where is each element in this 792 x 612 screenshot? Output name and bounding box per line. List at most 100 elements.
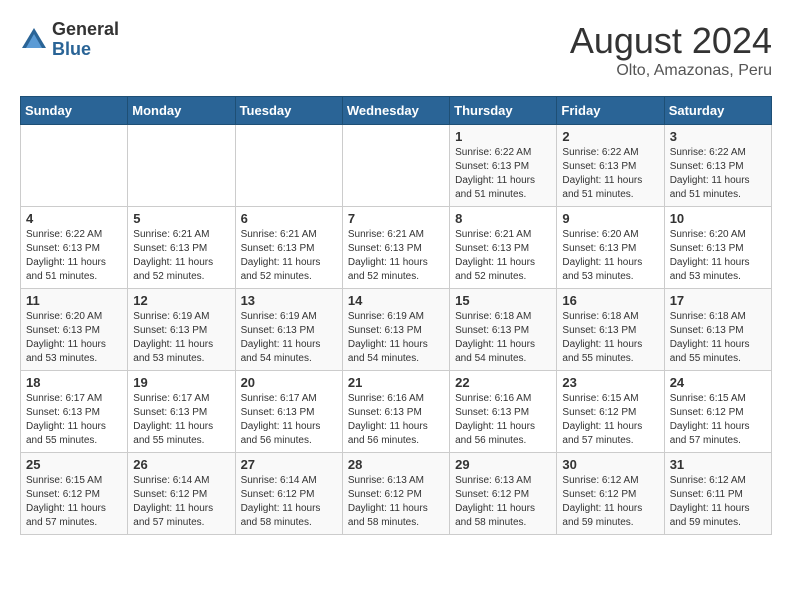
calendar-cell: 20 Sunrise: 6:17 AM Sunset: 6:13 PM Dayli…: [235, 371, 342, 453]
calendar-cell: 23Sunrise: 6:15 AM Sunset: 6:12 PM Dayli…: [557, 371, 664, 453]
day-info: Sunrise: 6:17 AM Sunset: 6:13 PM Dayligh…: [26, 392, 122, 448]
day-number: 12: [133, 293, 229, 308]
day-info: Sunrise: 6:18 AM Sunset: 6:13 PM Dayligh…: [562, 310, 658, 366]
day-number: 7: [348, 211, 444, 226]
day-info: Sunrise: 6:19 AM Sunset: 6:13 PM Dayligh…: [348, 310, 444, 366]
calendar-cell: 16 Sunrise: 6:18 AM Sunset: 6:13 PM Dayli…: [557, 289, 664, 371]
day-info: Sunrise: 6:22 AM Sunset: 6:13 PM Dayligh…: [670, 146, 766, 202]
calendar-cell: 9Sunrise: 6:20 AM Sunset: 6:13 PM Daylig…: [557, 207, 664, 289]
calendar-week-row: 11Sunrise: 6:20 AM Sunset: 6:13 PM Dayli…: [21, 289, 772, 371]
day-number: 16: [562, 293, 658, 308]
day-info: Sunrise: 6:12 AM Sunset: 6:11 PM Dayligh…: [670, 474, 766, 530]
day-number: 8: [455, 211, 551, 226]
calendar-cell: 11Sunrise: 6:20 AM Sunset: 6:13 PM Dayli…: [21, 289, 128, 371]
calendar-cell: 3 Sunrise: 6:22 AM Sunset: 6:13 PM Daylig…: [664, 125, 771, 207]
day-number: 10: [670, 211, 766, 226]
calendar-cell: 25 Sunrise: 6:15 AM Sunset: 6:12 PM Dayli…: [21, 453, 128, 535]
day-info: Sunrise: 6:20 AM Sunset: 6:13 PM Dayligh…: [670, 228, 766, 284]
page-header: General Blue August 2024 Olto, Amazonas,…: [20, 20, 772, 80]
day-number: 14: [348, 293, 444, 308]
calendar-cell: [342, 125, 449, 207]
calendar-cell: 12 Sunrise: 6:19 AM Sunset: 6:13 PM Dayli…: [128, 289, 235, 371]
logo-icon: [20, 26, 48, 54]
day-info: Sunrise: 6:15 AM Sunset: 6:12 PM Dayligh…: [670, 392, 766, 448]
calendar-cell: 27 Sunrise: 6:14 AM Sunset: 6:12 PM Dayli…: [235, 453, 342, 535]
day-info: Sunrise: 6:22 AM Sunset: 6:13 PM Dayligh…: [455, 146, 551, 202]
day-info: Sunrise: 6:20 AM Sunset: 6:13 PM Dayligh…: [562, 228, 658, 284]
day-info: Sunrise: 6:21 AM Sunset: 6:13 PM Dayligh…: [241, 228, 337, 284]
logo: General Blue: [20, 20, 119, 60]
day-info: Sunrise: 6:18 AM Sunset: 6:13 PM Dayligh…: [455, 310, 551, 366]
day-number: 19: [133, 375, 229, 390]
day-info: Sunrise: 6:21 AM Sunset: 6:13 PM Dayligh…: [133, 228, 229, 284]
day-number: 26: [133, 457, 229, 472]
day-info: Sunrise: 6:14 AM Sunset: 6:12 PM Dayligh…: [241, 474, 337, 530]
day-number: 3: [670, 129, 766, 144]
header-friday: Friday: [557, 97, 664, 125]
calendar-cell: 8 Sunrise: 6:21 AM Sunset: 6:13 PM Daylig…: [450, 207, 557, 289]
day-info: Sunrise: 6:12 AM Sunset: 6:12 PM Dayligh…: [562, 474, 658, 530]
calendar-cell: 30 Sunrise: 6:12 AM Sunset: 6:12 PM Dayli…: [557, 453, 664, 535]
day-number: 20: [241, 375, 337, 390]
day-info: Sunrise: 6:14 AM Sunset: 6:12 PM Dayligh…: [133, 474, 229, 530]
day-info: Sunrise: 6:17 AM Sunset: 6:13 PM Dayligh…: [133, 392, 229, 448]
header-wednesday: Wednesday: [342, 97, 449, 125]
day-number: 29: [455, 457, 551, 472]
day-number: 27: [241, 457, 337, 472]
calendar-cell: 14 Sunrise: 6:19 AM Sunset: 6:13 PM Dayli…: [342, 289, 449, 371]
day-number: 31: [670, 457, 766, 472]
calendar-cell: 19 Sunrise: 6:17 AM Sunset: 6:13 PM Dayli…: [128, 371, 235, 453]
day-number: 28: [348, 457, 444, 472]
day-info: Sunrise: 6:16 AM Sunset: 6:13 PM Dayligh…: [348, 392, 444, 448]
day-number: 25: [26, 457, 122, 472]
header-thursday: Thursday: [450, 97, 557, 125]
calendar-cell: [235, 125, 342, 207]
day-number: 13: [241, 293, 337, 308]
day-number: 24: [670, 375, 766, 390]
day-info: Sunrise: 6:22 AM Sunset: 6:13 PM Dayligh…: [26, 228, 122, 284]
day-info: Sunrise: 6:17 AM Sunset: 6:13 PM Dayligh…: [241, 392, 337, 448]
calendar-cell: 5Sunrise: 6:21 AM Sunset: 6:13 PM Daylig…: [128, 207, 235, 289]
day-info: Sunrise: 6:18 AM Sunset: 6:13 PM Dayligh…: [670, 310, 766, 366]
calendar-cell: [128, 125, 235, 207]
day-number: 18: [26, 375, 122, 390]
calendar-cell: 28 Sunrise: 6:13 AM Sunset: 6:12 PM Dayli…: [342, 453, 449, 535]
calendar-header-row: SundayMondayTuesdayWednesdayThursdayFrid…: [21, 97, 772, 125]
day-info: Sunrise: 6:13 AM Sunset: 6:12 PM Dayligh…: [455, 474, 551, 530]
calendar-cell: 26 Sunrise: 6:14 AM Sunset: 6:12 PM Dayli…: [128, 453, 235, 535]
day-number: 22: [455, 375, 551, 390]
day-info: Sunrise: 6:15 AM Sunset: 6:12 PM Dayligh…: [562, 392, 658, 448]
day-info: Sunrise: 6:15 AM Sunset: 6:12 PM Dayligh…: [26, 474, 122, 530]
day-info: Sunrise: 6:22 AM Sunset: 6:13 PM Dayligh…: [562, 146, 658, 202]
calendar-cell: 22 Sunrise: 6:16 AM Sunset: 6:13 PM Dayli…: [450, 371, 557, 453]
logo-text: General Blue: [52, 20, 119, 60]
calendar-cell: 2 Sunrise: 6:22 AM Sunset: 6:13 PM Daylig…: [557, 125, 664, 207]
day-info: Sunrise: 6:16 AM Sunset: 6:13 PM Dayligh…: [455, 392, 551, 448]
day-number: 15: [455, 293, 551, 308]
title-block: August 2024 Olto, Amazonas, Peru: [570, 20, 772, 80]
calendar-cell: 4Sunrise: 6:22 AM Sunset: 6:13 PM Daylig…: [21, 207, 128, 289]
day-info: Sunrise: 6:20 AM Sunset: 6:13 PM Dayligh…: [26, 310, 122, 366]
calendar-week-row: 25 Sunrise: 6:15 AM Sunset: 6:12 PM Dayli…: [21, 453, 772, 535]
day-number: 2: [562, 129, 658, 144]
location-subtitle: Olto, Amazonas, Peru: [570, 62, 772, 80]
calendar-cell: 13 Sunrise: 6:19 AM Sunset: 6:13 PM Dayli…: [235, 289, 342, 371]
header-saturday: Saturday: [664, 97, 771, 125]
day-info: Sunrise: 6:13 AM Sunset: 6:12 PM Dayligh…: [348, 474, 444, 530]
day-info: Sunrise: 6:19 AM Sunset: 6:13 PM Dayligh…: [133, 310, 229, 366]
header-sunday: Sunday: [21, 97, 128, 125]
calendar-cell: 29 Sunrise: 6:13 AM Sunset: 6:12 PM Dayli…: [450, 453, 557, 535]
calendar-cell: 24 Sunrise: 6:15 AM Sunset: 6:12 PM Dayli…: [664, 371, 771, 453]
day-number: 30: [562, 457, 658, 472]
header-monday: Monday: [128, 97, 235, 125]
day-info: Sunrise: 6:21 AM Sunset: 6:13 PM Dayligh…: [455, 228, 551, 284]
calendar-cell: 10 Sunrise: 6:20 AM Sunset: 6:13 PM Dayli…: [664, 207, 771, 289]
calendar-week-row: 18 Sunrise: 6:17 AM Sunset: 6:13 PM Dayli…: [21, 371, 772, 453]
calendar-cell: [21, 125, 128, 207]
day-info: Sunrise: 6:19 AM Sunset: 6:13 PM Dayligh…: [241, 310, 337, 366]
day-info: Sunrise: 6:21 AM Sunset: 6:13 PM Dayligh…: [348, 228, 444, 284]
calendar-cell: 6Sunrise: 6:21 AM Sunset: 6:13 PM Daylig…: [235, 207, 342, 289]
month-year-title: August 2024: [570, 20, 772, 62]
day-number: 21: [348, 375, 444, 390]
calendar-cell: 31 Sunrise: 6:12 AM Sunset: 6:11 PM Dayli…: [664, 453, 771, 535]
